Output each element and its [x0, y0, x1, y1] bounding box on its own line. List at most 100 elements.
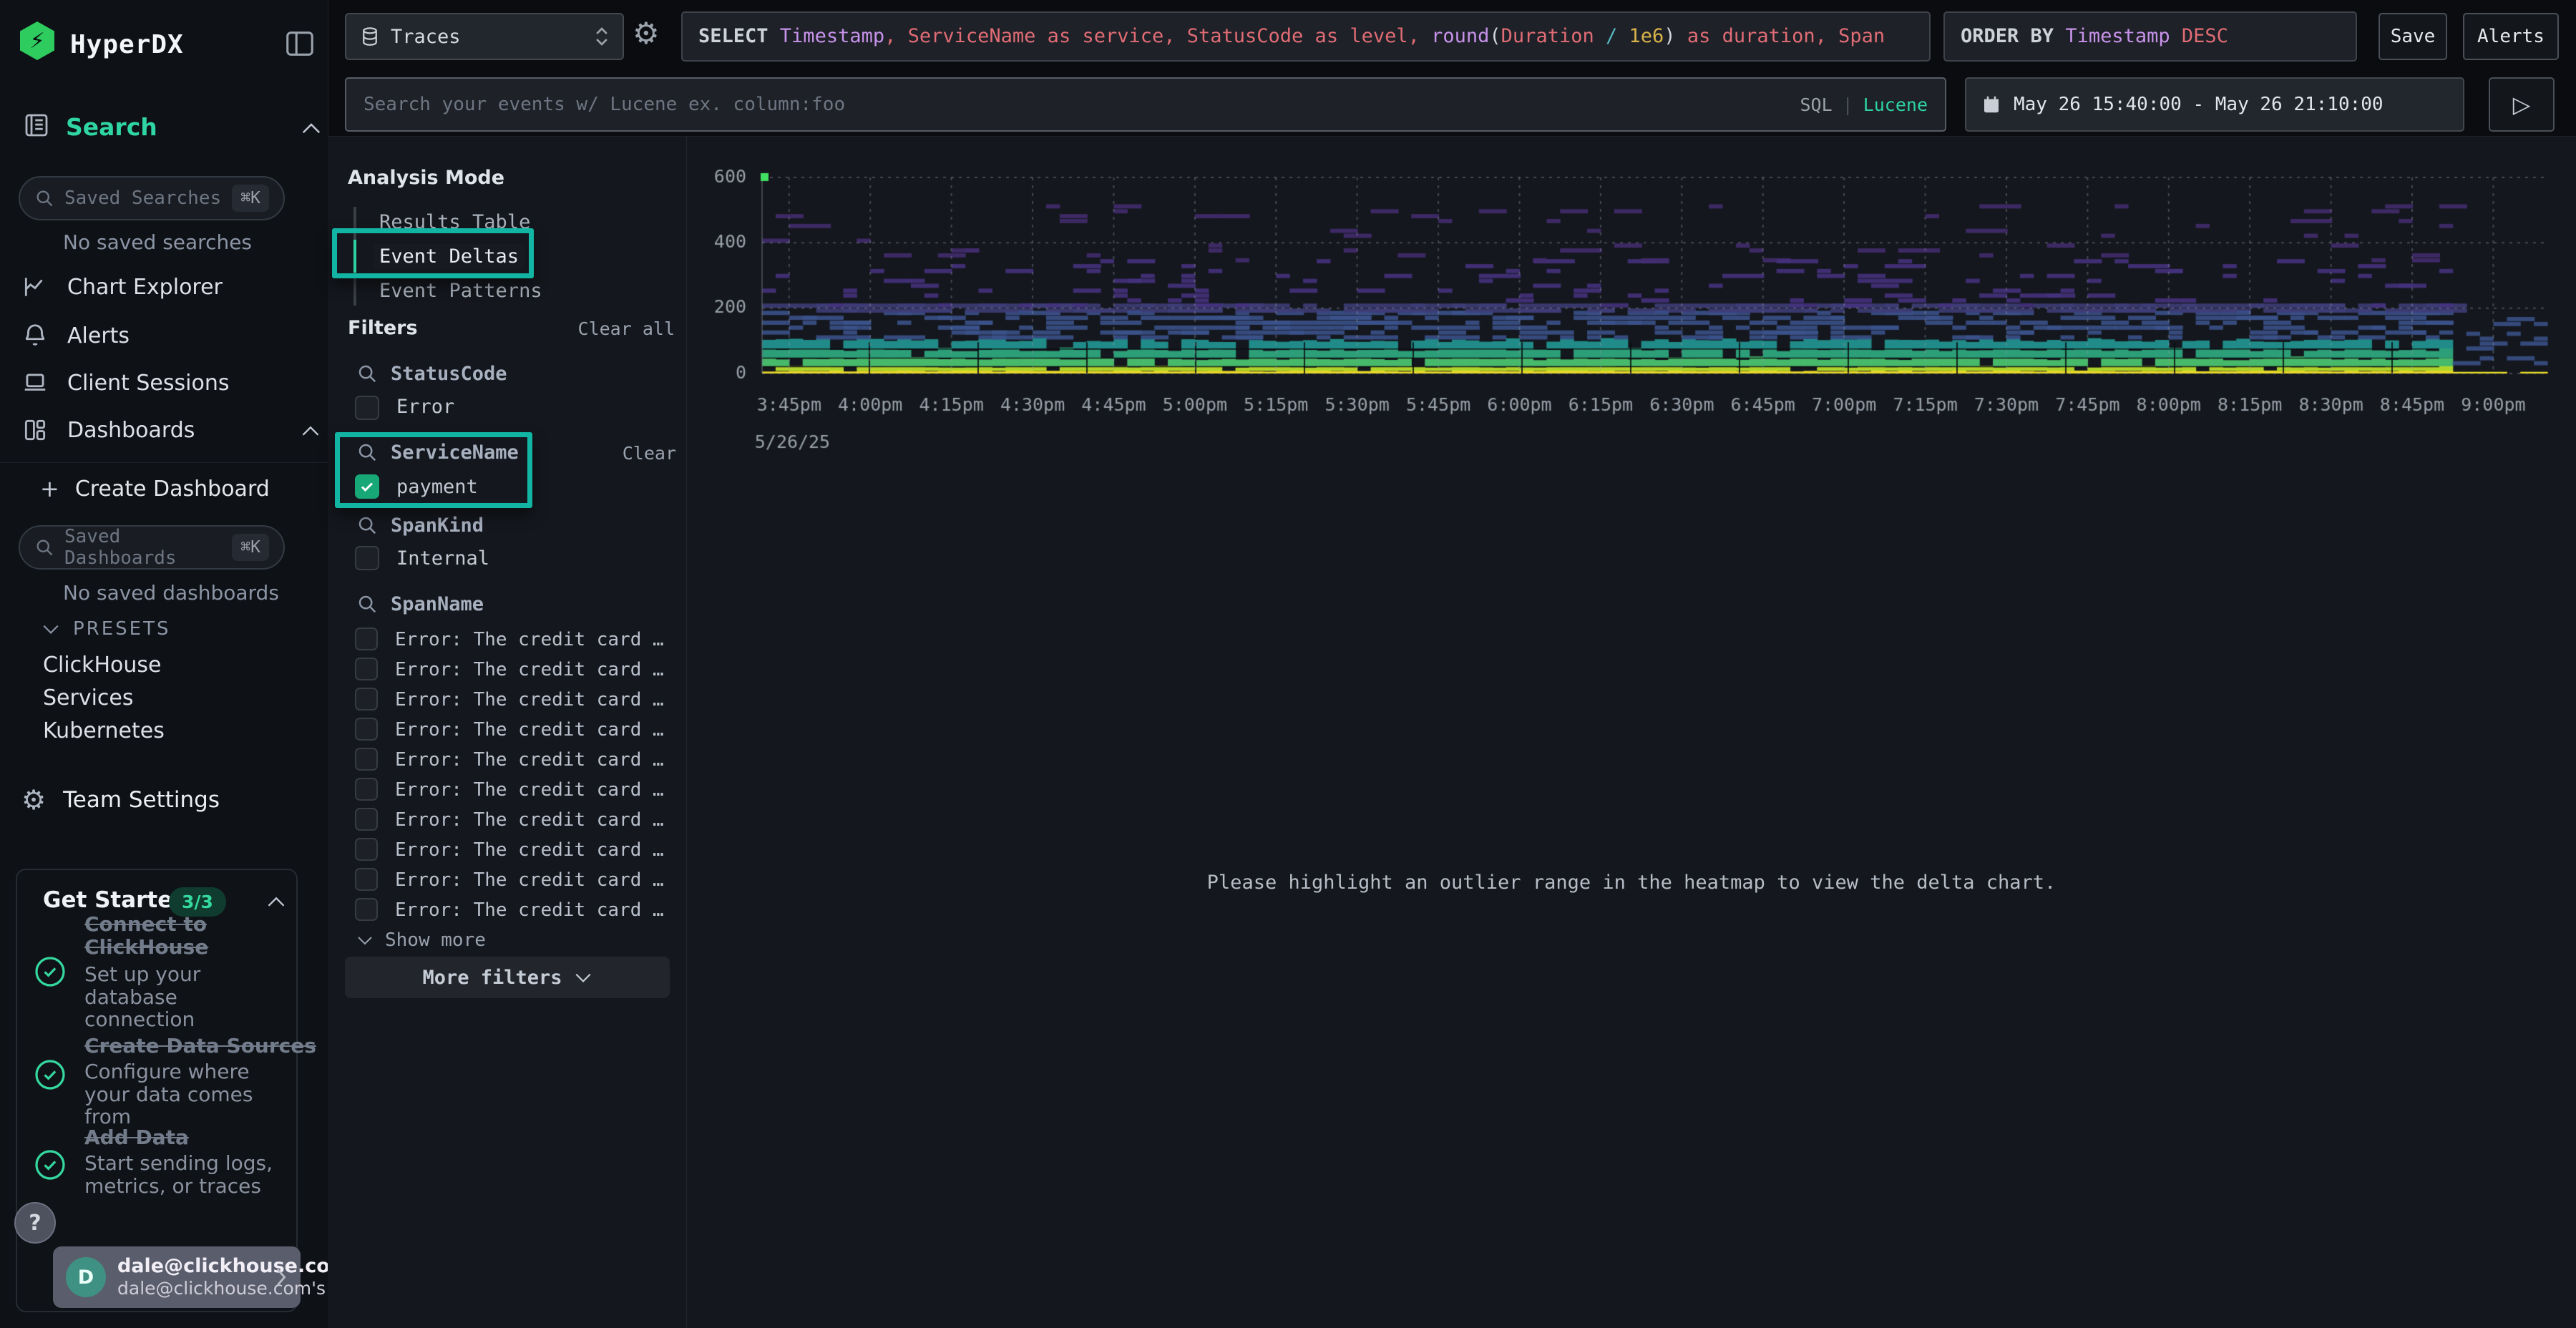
- chevron-up-icon[interactable]: [301, 424, 321, 438]
- filter-group-spanname: SpanName: [391, 593, 484, 615]
- checkbox-spanname[interactable]: [355, 658, 378, 680]
- sidebar-section-search[interactable]: Search: [66, 113, 157, 141]
- language-toggle-sql[interactable]: SQL: [1800, 94, 1832, 115]
- filter-option-spanname[interactable]: Error: The credit card …: [395, 809, 664, 831]
- sidebar-item-chart-explorer[interactable]: Chart Explorer: [21, 273, 223, 301]
- checkbox-internal[interactable]: [355, 546, 379, 570]
- create-dashboard-button[interactable]: + Create Dashboard: [40, 475, 270, 502]
- show-more-link[interactable]: Show more: [356, 929, 486, 951]
- saved-dashboards-input[interactable]: Saved Dashboards ⌘K: [19, 525, 285, 570]
- step-desc: Start sending logs, metrics, or traces: [84, 1152, 285, 1197]
- checkbox-spanname[interactable]: [355, 838, 378, 861]
- filter-option-spanname[interactable]: Error: The credit card …: [395, 629, 664, 650]
- checkbox-spanname[interactable]: [355, 898, 378, 921]
- filter-option-spanname[interactable]: Error: The credit card …: [395, 839, 664, 861]
- search-icon: [34, 188, 54, 208]
- filter-option-spanname[interactable]: Error: The credit card …: [395, 689, 664, 711]
- filter-option-error[interactable]: Error: [396, 396, 454, 418]
- filter-option-internal[interactable]: Internal: [396, 547, 489, 570]
- preset-kubernetes[interactable]: Kubernetes: [43, 718, 165, 743]
- filter-option-spanname[interactable]: Error: The credit card …: [395, 659, 664, 680]
- run-query-button[interactable]: ▷: [2489, 77, 2555, 132]
- help-button[interactable]: ?: [14, 1202, 56, 1244]
- source-select[interactable]: Traces: [345, 13, 624, 60]
- save-button[interactable]: Save: [2379, 13, 2447, 60]
- clear-all-link[interactable]: Clear all: [578, 318, 675, 339]
- no-saved-dashboards-text: No saved dashboards: [63, 581, 279, 605]
- search-placeholder: Search your events w/ Lucene ex. column:…: [364, 94, 1790, 115]
- sidebar-item-team-settings[interactable]: ⚙ Team Settings: [21, 784, 220, 816]
- checkbox-spanname[interactable]: [355, 868, 378, 891]
- chevron-down-icon: [574, 971, 592, 984]
- laptop-icon: [21, 369, 49, 396]
- duration-heatmap-chart[interactable]: [687, 136, 2576, 479]
- collapse-sidebar-icon[interactable]: [283, 27, 316, 60]
- chart-line-icon: [21, 273, 49, 301]
- chevron-down-icon: [356, 934, 374, 946]
- filter-option-spanname[interactable]: Error: The credit card …: [395, 779, 664, 801]
- sidebar-item-client-sessions[interactable]: Client Sessions: [21, 369, 229, 396]
- saved-searches-input[interactable]: Saved Searches ⌘K: [19, 176, 285, 220]
- filter-option-spanname[interactable]: Error: The credit card …: [395, 899, 664, 921]
- presets-toggle[interactable]: PRESETS: [42, 618, 171, 640]
- preset-clickhouse[interactable]: ClickHouse: [43, 653, 162, 678]
- shortcut-badge: ⌘K: [232, 185, 269, 212]
- mode-event-deltas[interactable]: Event Deltas: [374, 244, 525, 269]
- search-icon[interactable]: [356, 514, 378, 536]
- checkbox-error[interactable]: [355, 396, 379, 420]
- checkbox-spanname[interactable]: [355, 748, 378, 771]
- order-by-editor[interactable]: ORDER BY Timestamp DESC: [1943, 11, 2357, 62]
- source-select-value: Traces: [391, 26, 584, 48]
- time-range-picker[interactable]: May 26 15:40:00 - May 26 21:10:00: [1965, 77, 2464, 132]
- search-input[interactable]: Search your events w/ Lucene ex. column:…: [345, 77, 1946, 132]
- chevron-up-icon[interactable]: [301, 120, 322, 136]
- get-started-title: Get Started: [43, 887, 188, 913]
- saved-dashboards-placeholder: Saved Dashboards: [64, 526, 222, 569]
- step-title[interactable]: Connect to ClickHouse: [84, 913, 273, 959]
- mode-results-table[interactable]: Results Table: [374, 210, 536, 235]
- sidebar: ⚡ HyperDX Search Saved Searches ⌘K No sa…: [0, 0, 328, 1328]
- filter-group-servicename: ServiceName: [391, 441, 519, 464]
- get-started-card: Get Started 3/3 Connect to ClickHouse Se…: [16, 869, 298, 1312]
- select-updown-icon: [594, 26, 610, 47]
- chevron-right-icon: [273, 1267, 288, 1287]
- avatar: D: [66, 1257, 106, 1297]
- language-toggle-lucene[interactable]: Lucene: [1863, 94, 1928, 115]
- checkbox-spanname[interactable]: [355, 688, 378, 711]
- checkbox-payment[interactable]: [355, 474, 379, 499]
- search-icon[interactable]: [356, 363, 378, 384]
- more-filters-button[interactable]: More filters: [345, 957, 670, 998]
- plus-icon: +: [40, 475, 59, 502]
- checkbox-spanname[interactable]: [355, 808, 378, 831]
- gear-icon: ⚙: [21, 784, 46, 816]
- search-icon[interactable]: [356, 441, 378, 463]
- database-icon: [359, 26, 381, 47]
- sql-select-editor[interactable]: SELECT Timestamp, ServiceName as service…: [681, 11, 1931, 62]
- sidebar-item-alerts[interactable]: Alerts: [21, 322, 130, 349]
- filter-option-spanname[interactable]: Error: The credit card …: [395, 749, 664, 771]
- delta-chart-empty-message: Please highlight an outlier range in the…: [687, 872, 2576, 894]
- chevron-up-icon[interactable]: [266, 894, 286, 909]
- filters-label: Filters: [348, 317, 418, 339]
- preset-services[interactable]: Services: [43, 685, 134, 711]
- search-icon[interactable]: [356, 593, 378, 615]
- bell-icon: [21, 322, 49, 349]
- filter-option-payment[interactable]: payment: [396, 476, 478, 498]
- alerts-button[interactable]: Alerts: [2463, 13, 2559, 60]
- clear-servicename-link[interactable]: Clear: [623, 443, 676, 464]
- mode-event-patterns[interactable]: Event Patterns: [374, 278, 548, 303]
- step-title[interactable]: Create Data Sources: [84, 1035, 321, 1058]
- source-settings-gear-icon[interactable]: ⚙: [633, 16, 660, 51]
- checkbox-spanname[interactable]: [355, 718, 378, 741]
- step-title[interactable]: Add Data: [84, 1126, 299, 1149]
- checkbox-spanname[interactable]: [355, 778, 378, 801]
- filter-option-spanname[interactable]: Error: The credit card …: [395, 719, 664, 741]
- sidebar-item-dashboards[interactable]: Dashboards: [21, 416, 195, 444]
- filter-option-spanname[interactable]: Error: The credit card …: [395, 869, 664, 891]
- play-icon: ▷: [2513, 91, 2531, 118]
- user-menu[interactable]: D dale@clickhouse.com dale@clickhouse.co…: [53, 1246, 301, 1308]
- search-icon: [34, 537, 54, 557]
- search-section-icon: [21, 110, 52, 140]
- checkbox-spanname[interactable]: [355, 628, 378, 650]
- check-icon: [358, 478, 376, 495]
